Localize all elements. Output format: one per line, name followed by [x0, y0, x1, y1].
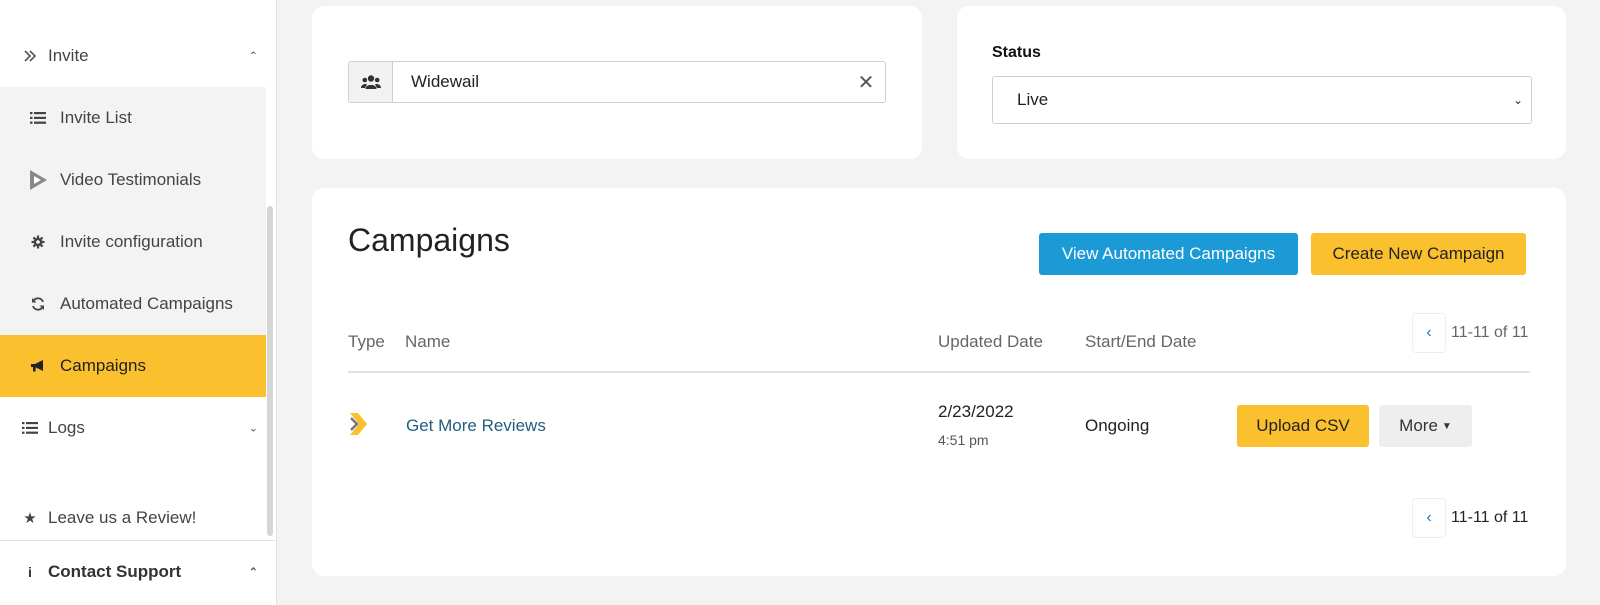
filter-card: ✕ — [312, 6, 922, 159]
gear-icon — [28, 232, 48, 252]
sidebar-item-automated-campaigns[interactable]: Automated Campaigns — [0, 273, 266, 335]
caret-down-icon: ▼ — [1441, 420, 1452, 432]
pagination-top: ‹ 11-11 of 11 — [1412, 313, 1528, 353]
page-title: Campaigns — [348, 222, 510, 258]
sidebar-item-label: Contact Support — [48, 562, 182, 581]
sidebar-item-invite-list[interactable]: Invite List — [0, 87, 266, 149]
sidebar-scrollbar[interactable] — [267, 206, 273, 536]
column-header-updated-date[interactable]: Updated Date — [938, 332, 1043, 352]
status-label: Status — [992, 44, 1041, 61]
sidebar-item-label: Video Testimonials — [60, 170, 202, 189]
more-button-label: More — [1399, 416, 1438, 435]
view-automated-campaigns-button[interactable]: View Automated Campaigns — [1039, 233, 1298, 275]
column-header-type[interactable]: Type — [348, 332, 385, 352]
refresh-icon — [28, 294, 48, 314]
chevron-down-icon: ⌄ — [1512, 93, 1523, 107]
column-header-name[interactable]: Name — [405, 332, 450, 352]
sidebar-item-label: Invite List — [60, 108, 132, 127]
sidebar-item-label: Campaigns — [60, 356, 146, 375]
chevron-up-icon: ⌃ — [248, 50, 258, 63]
users-icon — [349, 62, 393, 102]
list-icon — [28, 108, 48, 128]
info-icon: i — [28, 564, 32, 580]
pagination-count: 11-11 of 11 — [1451, 324, 1529, 341]
sidebar-item-label: Invite — [48, 46, 89, 65]
double-chevron-right-icon — [20, 46, 40, 66]
updated-date: 2/23/2022 — [938, 402, 1014, 421]
sidebar-item-label: Logs — [48, 418, 85, 437]
campaign-type-icon — [348, 410, 374, 438]
sidebar: Invite ⌃ Invite List Video Testimonials … — [0, 0, 277, 605]
updated-time: 4:51 pm — [938, 432, 989, 448]
sidebar-item-label: Automated Campaigns — [60, 294, 233, 313]
sidebar-item-label: Leave us a Review! — [48, 508, 197, 527]
chevron-up-icon: ⌃ — [248, 566, 258, 579]
sidebar-item-label: Invite configuration — [60, 232, 203, 251]
previous-page-button[interactable]: ‹ — [1412, 498, 1446, 538]
play-icon — [28, 170, 48, 190]
status-card: Status Live ⌄ — [957, 6, 1566, 159]
campaigns-card: Campaigns View Automated Campaigns Creat… — [312, 188, 1566, 576]
customer-search-input[interactable] — [393, 62, 847, 102]
start-end-date: Ongoing — [1085, 416, 1150, 435]
megaphone-icon — [28, 356, 48, 376]
pagination-bottom: ‹ 11-11 of 11 — [1412, 498, 1528, 538]
chevron-down-icon: ⌄ — [248, 422, 258, 435]
pagination-count: 11-11 of 11 — [1451, 509, 1529, 526]
status-select[interactable]: Live ⌄ — [992, 76, 1532, 124]
sidebar-item-video-testimonials[interactable]: Video Testimonials — [0, 149, 266, 211]
more-dropdown-button[interactable]: More ▼ — [1379, 405, 1472, 447]
status-selected-value: Live — [1017, 90, 1049, 109]
previous-page-button[interactable]: ‹ — [1412, 313, 1446, 353]
sidebar-item-invite[interactable]: Invite ⌃ — [0, 25, 266, 87]
upload-csv-button[interactable]: Upload CSV — [1237, 405, 1369, 447]
customer-filter: ✕ — [348, 61, 886, 103]
list-icon — [20, 418, 40, 438]
create-new-campaign-button[interactable]: Create New Campaign — [1311, 233, 1526, 275]
sidebar-item-contact-support[interactable]: i Contact Support ⌃ — [0, 541, 266, 603]
sidebar-item-invite-configuration[interactable]: Invite configuration — [0, 211, 266, 273]
star-icon: ★ — [23, 510, 37, 527]
table-header-divider — [348, 371, 1530, 373]
campaign-name-link[interactable]: Get More Reviews — [406, 416, 546, 436]
clear-icon[interactable]: ✕ — [847, 62, 885, 102]
sidebar-item-campaigns[interactable]: Campaigns — [0, 335, 266, 397]
column-header-start-end-date[interactable]: Start/End Date — [1085, 332, 1197, 352]
sidebar-item-logs[interactable]: Logs ⌄ — [0, 397, 266, 459]
